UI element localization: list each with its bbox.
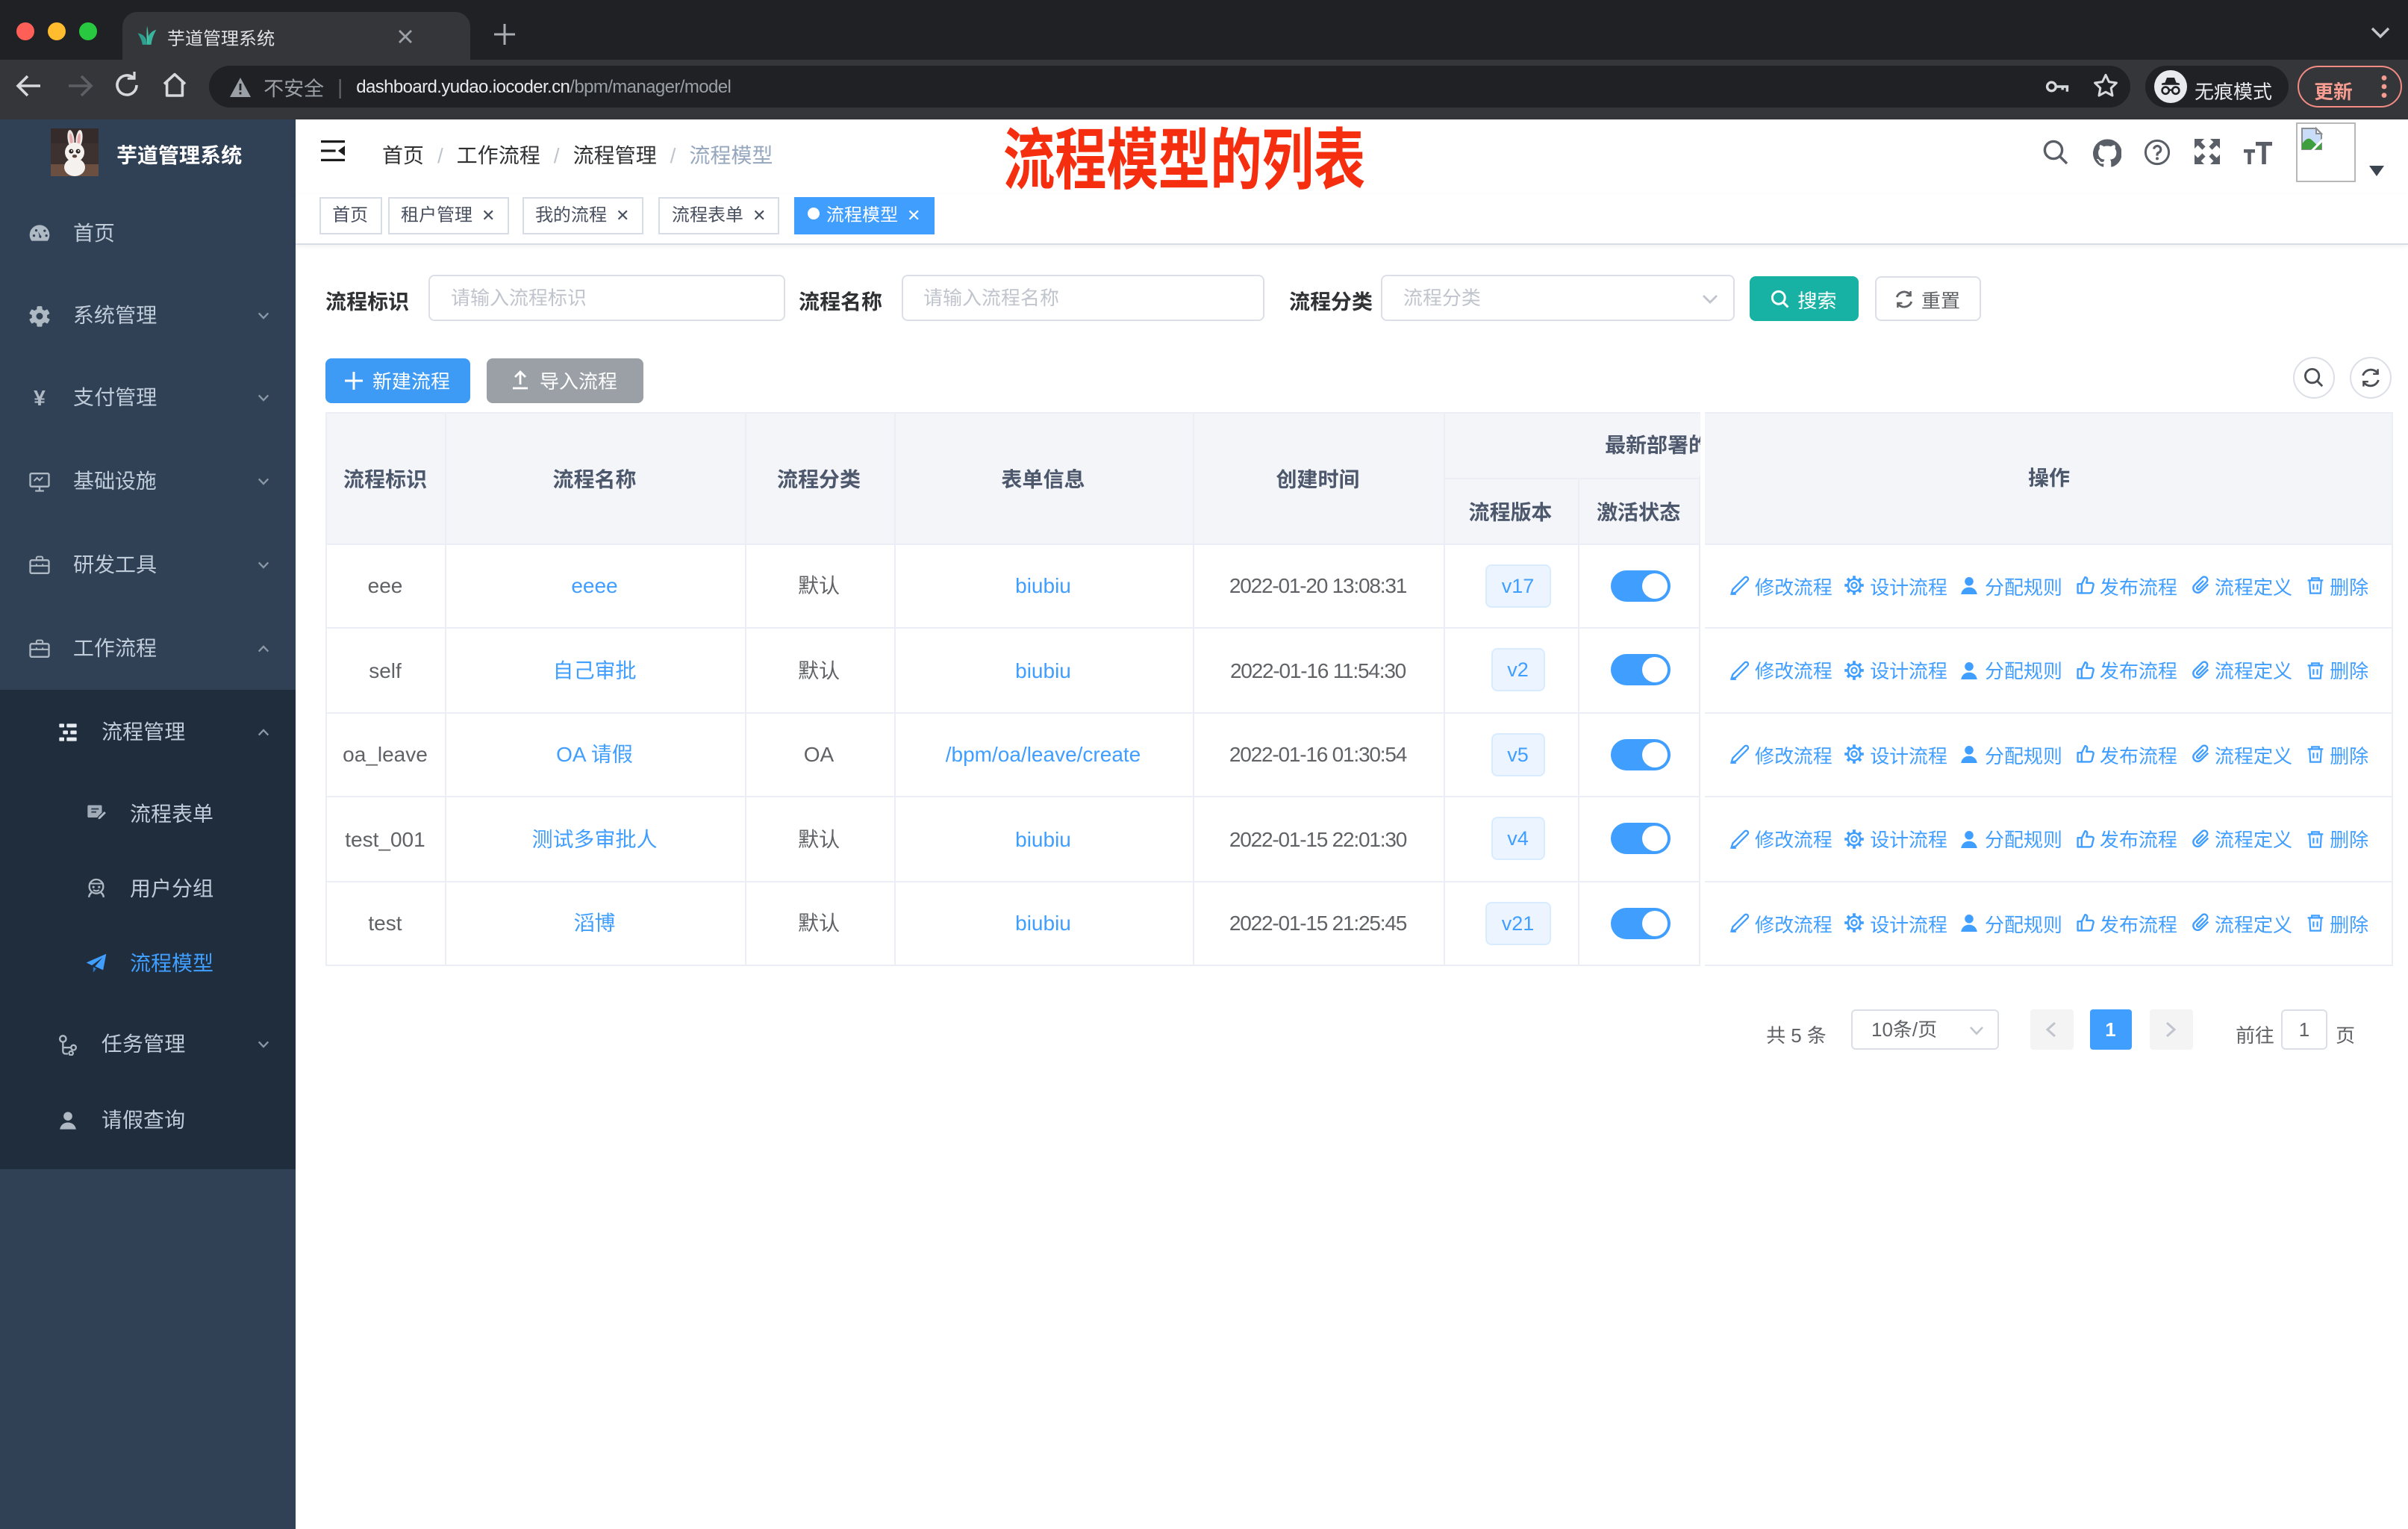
svg-text:¥: ¥: [34, 386, 46, 408]
